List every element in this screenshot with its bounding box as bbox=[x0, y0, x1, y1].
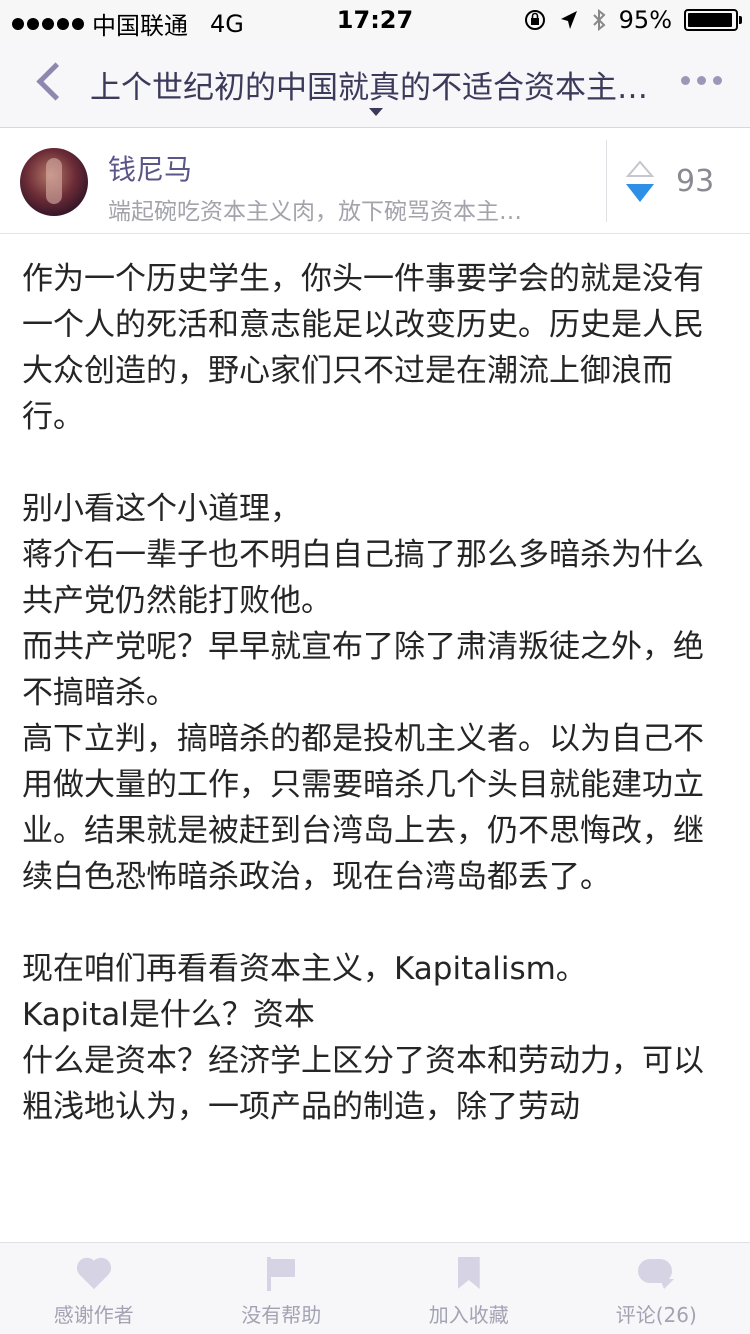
bottom-toolbar: 感谢作者 没有帮助 加入收藏 评论(26) bbox=[0, 1242, 750, 1334]
not-helpful-button[interactable]: 没有帮助 bbox=[188, 1243, 376, 1334]
add-favorite-button[interactable]: 加入收藏 bbox=[375, 1243, 563, 1334]
nav-bar: 上个世纪初的中国就真的不适合资本主… bbox=[0, 40, 750, 128]
bookmark-icon bbox=[449, 1257, 489, 1291]
page-title[interactable]: 上个世纪初的中国就真的不适合资本主… bbox=[90, 62, 670, 107]
upvote-icon[interactable] bbox=[626, 160, 654, 178]
article-paragraph: 作为一个历史学生，你头一件事要学会的就是没有一个人的死活和意志能足以改变历史。历… bbox=[22, 261, 704, 435]
battery-fill bbox=[688, 13, 732, 27]
comments-button[interactable]: 评论(26) bbox=[563, 1243, 750, 1334]
vote-count: 93 bbox=[676, 164, 715, 199]
thank-author-button[interactable]: 感谢作者 bbox=[0, 1243, 188, 1334]
status-bar: 中国联通 4G 17:27 95% bbox=[0, 0, 750, 40]
add-favorite-label: 加入收藏 bbox=[428, 1303, 509, 1327]
rotation-lock-icon bbox=[524, 10, 545, 30]
more-options-icon[interactable] bbox=[681, 76, 722, 85]
title-dropdown-caret-icon[interactable] bbox=[369, 108, 383, 116]
flag-icon bbox=[261, 1257, 301, 1291]
back-chevron-icon[interactable] bbox=[30, 58, 70, 108]
comment-icon bbox=[636, 1257, 676, 1291]
author-bio: 端起碗吃资本主义肉，放下碗骂资本主… bbox=[108, 199, 522, 225]
battery-icon bbox=[684, 9, 742, 31]
article-paragraph: 现在咱们再看看资本主义，Kapitalism。 Kapital是什么？资本 什么… bbox=[22, 951, 704, 1125]
avatar[interactable] bbox=[20, 148, 88, 216]
status-right: 95% bbox=[523, 6, 742, 34]
divider bbox=[606, 140, 607, 222]
article-body: 作为一个历史学生，你头一件事要学会的就是没有一个人的死活和意志能足以改变历史。历… bbox=[0, 234, 750, 1242]
downvote-icon[interactable] bbox=[626, 184, 654, 202]
article-paragraph: 别小看这个小道理， 蒋介石一辈子也不明白自己搞了那么多暗杀为什么共产党仍然能打败… bbox=[22, 491, 704, 895]
thank-author-label: 感谢作者 bbox=[53, 1303, 134, 1327]
author-row: 钱尼马 端起碗吃资本主义肉，放下碗骂资本主… 93 bbox=[0, 128, 750, 234]
author-name[interactable]: 钱尼马 bbox=[108, 148, 192, 188]
not-helpful-label: 没有帮助 bbox=[241, 1303, 322, 1327]
location-arrow-icon bbox=[560, 11, 577, 29]
comments-label: 评论(26) bbox=[615, 1303, 697, 1327]
battery-percent: 95% bbox=[618, 6, 672, 34]
bluetooth-icon bbox=[592, 8, 606, 32]
heart-icon bbox=[74, 1257, 114, 1291]
